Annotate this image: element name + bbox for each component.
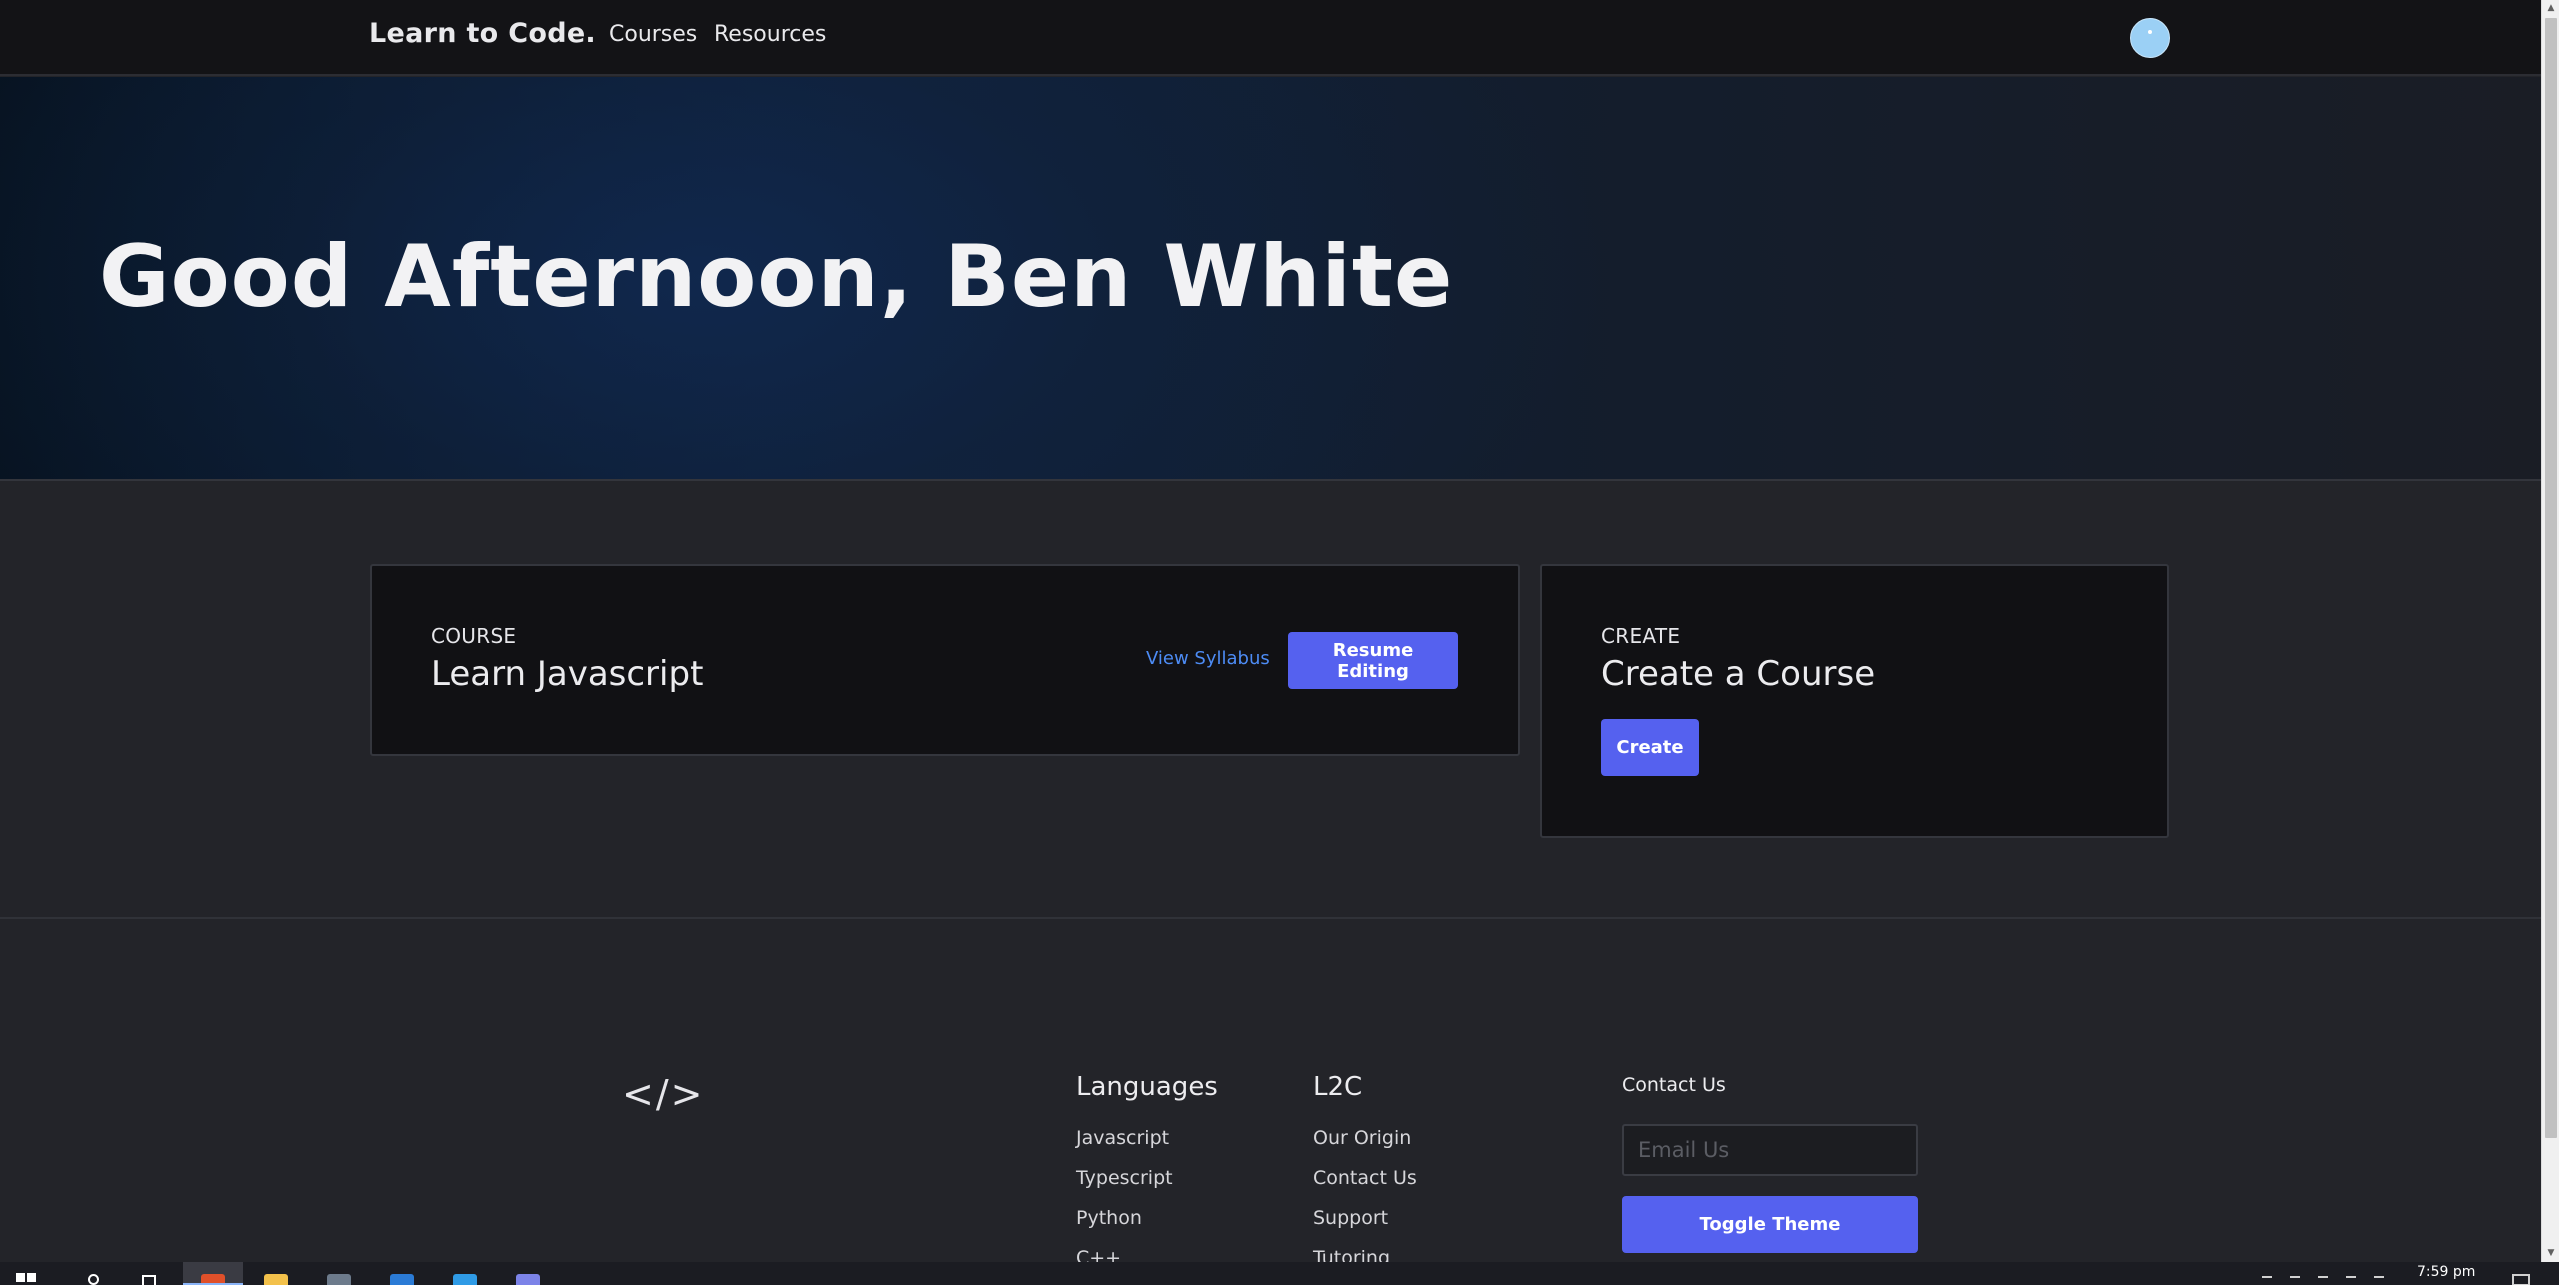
windows-taskbar: 7:59 pm — [0, 1262, 2559, 1285]
nav-resources-link[interactable]: Resources — [714, 22, 826, 47]
onedrive-icon[interactable] — [2318, 1276, 2328, 1282]
task-view-icon — [142, 1275, 156, 1285]
email-field[interactable] — [1622, 1124, 1918, 1176]
taskbar-app-vscode[interactable] — [435, 1262, 495, 1285]
task-view-button[interactable] — [134, 1262, 164, 1285]
vscode-icon — [453, 1274, 477, 1285]
taskbar-search-button[interactable] — [80, 1262, 110, 1285]
taskbar-app-file-explorer[interactable] — [246, 1262, 306, 1285]
scroll-down-icon[interactable]: ▼ — [2542, 1245, 2559, 1262]
toggle-theme-button[interactable]: Toggle Theme — [1622, 1196, 1918, 1253]
page-footer: </> Languages Javascript Typescript Pyth… — [0, 917, 2541, 1262]
mail-icon — [390, 1274, 414, 1285]
footer-link-contact-us[interactable]: Contact Us — [1313, 1167, 1417, 1189]
footer-link-our-origin[interactable]: Our Origin — [1313, 1127, 1411, 1149]
notes-icon — [516, 1274, 540, 1285]
create-course-title: Create a Course — [1601, 654, 1876, 694]
page-viewport: Learn to Code. Courses Resources Good Af… — [0, 0, 2541, 1262]
app-icon — [327, 1274, 351, 1285]
windows-logo-icon — [16, 1273, 25, 1282]
notification-center-icon[interactable] — [2512, 1274, 2530, 1285]
greeting-heading: Good Afternoon, Ben White — [99, 227, 1454, 327]
scroll-up-icon[interactable]: ▲ — [2542, 0, 2559, 17]
user-avatar[interactable] — [2130, 18, 2170, 58]
footer-link-javascript[interactable]: Javascript — [1076, 1127, 1169, 1149]
file-explorer-icon — [264, 1274, 288, 1285]
footer-link-typescript[interactable]: Typescript — [1076, 1167, 1173, 1189]
volume-icon[interactable] — [2374, 1276, 2384, 1282]
create-course-card: CREATE Create a Course Create — [1540, 564, 2169, 838]
contact-us-title: Contact Us — [1622, 1074, 1726, 1096]
create-kicker: CREATE — [1601, 624, 1681, 648]
taskbar-app-brave-browser[interactable] — [183, 1262, 243, 1285]
taskbar-app-app[interactable] — [309, 1262, 369, 1285]
course-card: COURSE Learn Javascript View Syllabus Re… — [370, 564, 1520, 756]
brave-browser-icon — [201, 1274, 225, 1285]
taskbar-app-mail[interactable] — [372, 1262, 432, 1285]
footer-link-tutoring[interactable]: Tutoring — [1313, 1247, 1390, 1262]
avatar-dot — [2148, 30, 2152, 34]
resume-editing-button[interactable]: Resume Editing — [1288, 632, 1458, 689]
search-icon — [88, 1274, 99, 1285]
tray-chevron-icon[interactable] — [2262, 1276, 2272, 1282]
course-title: Learn Javascript — [431, 654, 704, 694]
page-scrollbar[interactable]: ▲ ▼ — [2541, 0, 2559, 1262]
footer-link-cpp[interactable]: C++ — [1076, 1247, 1121, 1262]
brand-logo[interactable]: Learn to Code. — [369, 18, 596, 49]
footer-l2c-title: L2C — [1313, 1072, 1363, 1102]
wifi-icon[interactable] — [2346, 1276, 2356, 1282]
network-icon[interactable] — [2290, 1276, 2300, 1282]
taskbar-app-notes[interactable] — [498, 1262, 558, 1285]
windows-logo-icon-part — [27, 1273, 36, 1282]
course-kicker: COURSE — [431, 624, 517, 648]
code-logo-icon: </> — [622, 1072, 705, 1116]
hero-banner: Good Afternoon, Ben White — [0, 77, 2541, 481]
top-navbar: Learn to Code. Courses Resources — [0, 0, 2541, 76]
scrollbar-thumb[interactable] — [2545, 18, 2557, 1138]
nav-courses-link[interactable]: Courses — [609, 22, 697, 47]
footer-languages-title: Languages — [1076, 1072, 1218, 1102]
start-button[interactable] — [14, 1262, 40, 1285]
create-button[interactable]: Create — [1601, 719, 1699, 776]
footer-link-support[interactable]: Support — [1313, 1207, 1388, 1229]
taskbar-clock[interactable]: 7:59 pm — [2417, 1264, 2475, 1280]
footer-link-python[interactable]: Python — [1076, 1207, 1142, 1229]
view-syllabus-link[interactable]: View Syllabus — [1146, 648, 1270, 669]
